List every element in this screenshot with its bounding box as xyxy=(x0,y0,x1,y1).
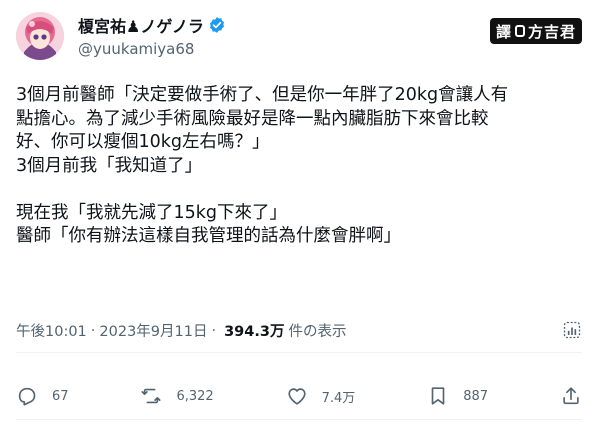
author-names: 榎宮祐♟ノゲノラ @yuukamiya68 xyxy=(78,14,226,58)
author-handle[interactable]: @yuukamiya68 xyxy=(78,40,226,58)
tweet-date[interactable]: 2023年9月11日 xyxy=(99,320,207,341)
tweet-line: 好、你可以瘦個10kg左右嗎？」 xyxy=(16,132,270,152)
bookmark-icon xyxy=(431,387,445,405)
heart-icon xyxy=(287,388,306,405)
bookmark-count: 887 xyxy=(463,388,489,404)
translator-watermark: 譯 方吉君 xyxy=(489,18,582,44)
tweet-time[interactable]: 午後10:01 xyxy=(16,320,87,341)
tweet-header: 榎宮祐♟ノゲノラ @yuukamiya68 譯 方吉君 xyxy=(16,8,582,64)
retweet-count: 6,322 xyxy=(176,388,214,404)
tweet-text: 3個月前醫師「決定要做手術了、但是你一年胖了20kg會讓人有 點擔心。為了減少手… xyxy=(16,84,582,249)
verified-badge-icon xyxy=(209,17,224,33)
avatar[interactable] xyxy=(16,12,64,60)
divider xyxy=(16,352,582,353)
author-display-name-row[interactable]: 榎宮祐♟ノゲノラ xyxy=(78,14,226,36)
like-button[interactable]: 7.4万 xyxy=(286,385,356,407)
tweet-line: 3個月前我「我知道了」 xyxy=(16,155,203,176)
author-display-name: 榎宮祐♟ノゲノラ xyxy=(78,17,204,36)
action-bar: 67 6,322 7.4万 887 xyxy=(16,378,582,414)
like-count: 7.4万 xyxy=(321,390,356,406)
tweet-line: 現在我「我就先減了15kg下來了」 xyxy=(16,202,288,223)
divider xyxy=(16,419,582,420)
watermark-dot-icon xyxy=(514,25,525,37)
avatar-image xyxy=(16,12,64,60)
view-count: 394.3万 xyxy=(224,324,285,340)
analytics-icon[interactable] xyxy=(562,320,582,340)
retweet-icon xyxy=(141,388,162,404)
tweet-meta: 午後10:01 · 2023年9月11日 · 394.3万 件の表示 xyxy=(16,320,346,341)
retweet-button[interactable]: 6,322 xyxy=(140,385,214,407)
meta-separator: · xyxy=(90,322,96,339)
bookmark-button[interactable]: 887 xyxy=(427,385,488,407)
tweet-line: 醫師「你有辦法這樣自我管理的話為什麼會胖啊」 xyxy=(16,226,401,246)
reply-button[interactable]: 67 xyxy=(16,385,69,407)
reply-icon xyxy=(18,387,36,406)
meta-separator: · xyxy=(211,322,217,339)
tweet-line: 點擔心。為了減少手術風險最好是降一點內臟脂肪下來會比較 xyxy=(16,108,489,129)
watermark-right: 方吉君 xyxy=(527,22,576,41)
share-icon xyxy=(563,387,579,405)
reply-count: 67 xyxy=(52,388,69,404)
view-count-label: 件の表示 xyxy=(288,324,347,340)
watermark-left: 譯 xyxy=(495,22,512,41)
tweet-line: 3個月前醫師「決定要做手術了、但是你一年胖了20kg會讓人有 xyxy=(16,85,509,105)
share-button[interactable] xyxy=(560,385,582,407)
